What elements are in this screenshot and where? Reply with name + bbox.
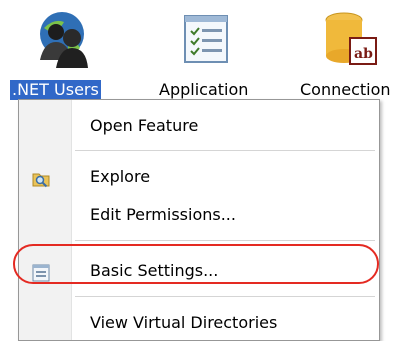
menu-item-open-feature[interactable]: Open Feature (19, 109, 379, 143)
menu-item-edit-permissions[interactable]: Edit Permissions... (19, 198, 379, 232)
database-ab-icon: ab (320, 8, 378, 72)
menu-item-label: View Virtual Directories (90, 313, 278, 332)
menu-item-explore[interactable]: Explore (19, 160, 379, 194)
feature-connection-strings[interactable]: ab Connection (290, 0, 397, 100)
feature-label: Connection (300, 80, 391, 99)
feature-label: .NET Users (9, 79, 102, 101)
menu-item-label: Open Feature (90, 116, 199, 135)
menu-separator (75, 240, 375, 242)
feature-label: Application (159, 80, 249, 99)
feature-dotnet-users[interactable]: .NET Users (0, 0, 130, 101)
folder-search-icon (31, 167, 51, 188)
menu-separator (75, 296, 375, 298)
context-menu: Open Feature Explore Edit Permissions...… (13, 99, 380, 341)
svg-text:ab: ab (354, 46, 373, 62)
menu-separator (75, 150, 375, 152)
feature-application[interactable]: Application (150, 0, 280, 100)
annotation-highlight-ring (13, 244, 379, 284)
menu-item-label: Edit Permissions... (90, 205, 236, 224)
menu-item-view-virtual-directories[interactable]: View Virtual Directories (19, 306, 379, 340)
checklist-icon (181, 12, 231, 70)
menu-item-label: Explore (90, 167, 151, 186)
users-icon (34, 10, 92, 74)
